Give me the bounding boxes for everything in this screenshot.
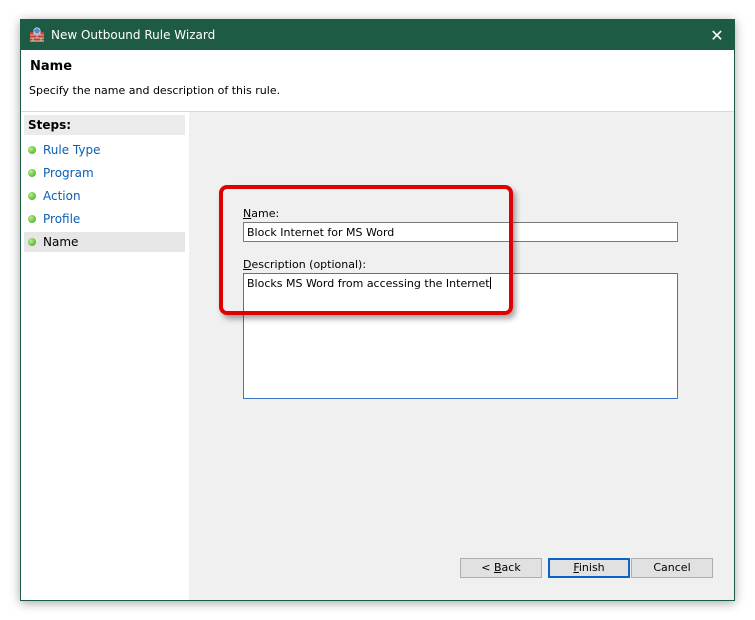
close-icon: ✕ <box>710 25 724 45</box>
step-current-icon <box>28 238 36 246</box>
steps-title: Steps: <box>24 115 185 135</box>
step-program[interactable]: Program <box>24 163 185 183</box>
step-label: Name <box>43 235 79 249</box>
close-button[interactable]: ✕ <box>700 20 734 50</box>
title-bar[interactable]: New Outbound Rule Wizard ✕ <box>21 20 734 50</box>
step-action[interactable]: Action <box>24 186 185 206</box>
steps-panel: Steps: Rule Type Program Action Profile … <box>21 112 189 600</box>
back-button-label: ack <box>501 561 521 574</box>
step-name: Name <box>24 232 185 252</box>
step-label: Action <box>43 189 81 203</box>
page-title: Name <box>30 59 73 74</box>
wizard-header: Name Specify the name and description of… <box>21 50 734 112</box>
step-rule-type[interactable]: Rule Type <box>24 140 185 160</box>
back-button-accel: B <box>494 561 502 574</box>
step-label: Rule Type <box>43 143 101 157</box>
finish-button[interactable]: Finish <box>548 558 630 578</box>
step-label: Profile <box>43 212 81 226</box>
step-complete-icon <box>28 169 36 177</box>
step-label: Program <box>43 166 94 180</box>
step-complete-icon <box>28 146 36 154</box>
step-profile[interactable]: Profile <box>24 209 185 229</box>
firewall-icon <box>30 27 44 42</box>
step-complete-icon <box>28 192 36 200</box>
window-title: New Outbound Rule Wizard <box>51 28 216 42</box>
step-complete-icon <box>28 215 36 223</box>
back-button[interactable]: < Back <box>460 558 542 578</box>
annotation-highlight-box <box>219 185 513 315</box>
cancel-button[interactable]: Cancel <box>631 558 713 578</box>
finish-button-label: inish <box>578 561 605 574</box>
back-button-prefix: < <box>481 561 494 574</box>
page-subtitle: Specify the name and description of this… <box>29 84 281 97</box>
wizard-window: New Outbound Rule Wizard ✕ Name Specify … <box>20 19 735 601</box>
